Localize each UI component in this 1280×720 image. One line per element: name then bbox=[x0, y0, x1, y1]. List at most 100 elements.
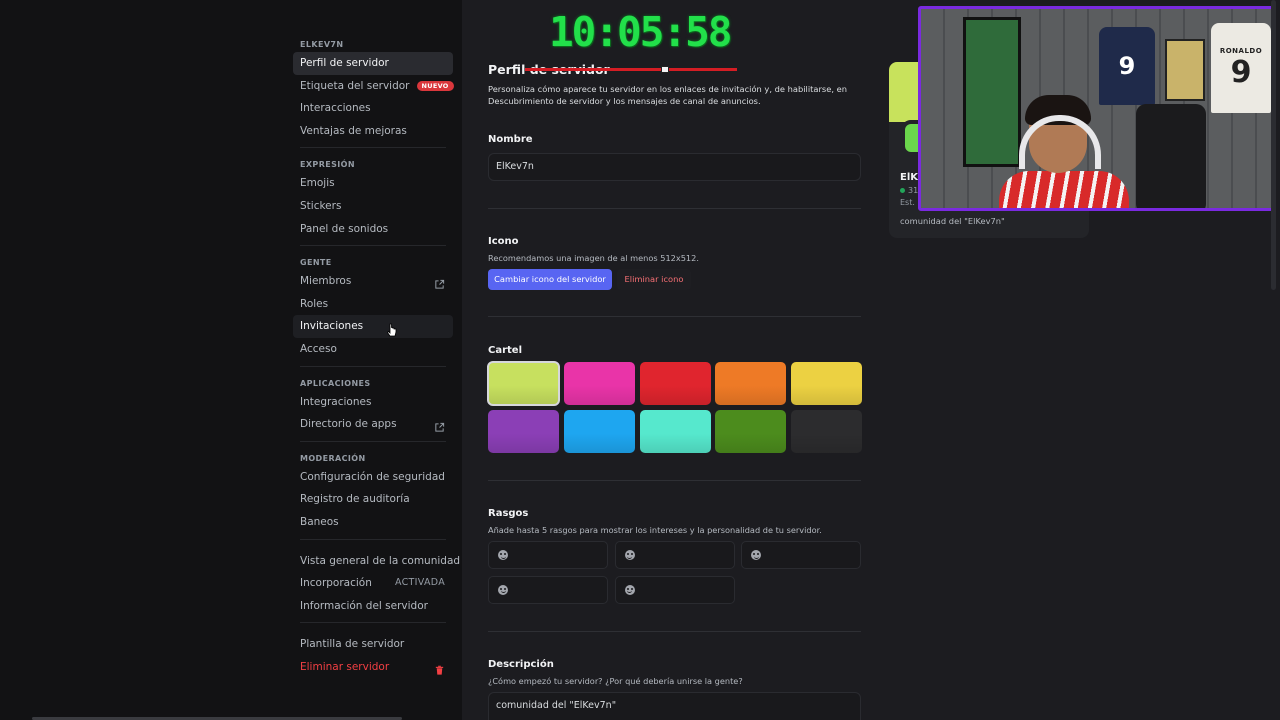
change-icon-button[interactable]: Cambiar icono del servidor bbox=[488, 269, 612, 290]
preview-description: comunidad del "ElKev7n" bbox=[900, 216, 1005, 226]
emoji-icon[interactable] bbox=[498, 550, 508, 560]
icon-label: Icono bbox=[488, 236, 519, 247]
sidebar-section-header: ELKEV7N bbox=[300, 40, 344, 49]
trait-input[interactable] bbox=[614, 575, 735, 604]
stream-clock: 10:05:58 bbox=[549, 8, 732, 56]
sidebar-item-emojis[interactable]: Emojis bbox=[293, 172, 453, 195]
sidebar-divider bbox=[300, 365, 446, 367]
emoji-icon[interactable] bbox=[624, 584, 635, 595]
banner-color-swatch[interactable] bbox=[715, 410, 787, 453]
sidebar-item-label: Interacciones bbox=[300, 102, 371, 115]
banner-color-swatch[interactable] bbox=[791, 410, 863, 453]
sidebar-item-información-del-servidor[interactable]: Información del servidor bbox=[293, 595, 453, 618]
gaming-chair bbox=[1136, 104, 1206, 208]
sidebar-item-label: Ventajas de mejoras bbox=[300, 124, 407, 137]
sidebar-divider bbox=[300, 245, 446, 247]
divider bbox=[488, 316, 861, 317]
trait-input[interactable] bbox=[614, 541, 735, 569]
sidebar-section-header: MODERACIÓN bbox=[300, 453, 366, 463]
icon-hint: Recomendamos una imagen de al menos 512x… bbox=[488, 253, 699, 263]
emoji-icon[interactable] bbox=[751, 550, 761, 560]
stream-overlay-line bbox=[525, 68, 737, 71]
preview-established: Est. bbox=[900, 198, 915, 207]
description-hint: ¿Cómo empezó tu servidor? ¿Por qué deber… bbox=[488, 676, 743, 686]
sidebar-item-miembros[interactable]: Miembros bbox=[293, 270, 453, 293]
sidebar-item-label: Integraciones bbox=[300, 395, 372, 408]
sidebar-item-ventajas-de-mejoras[interactable]: Ventajas de mejoras bbox=[293, 120, 453, 143]
sidebar-item-label: Directorio de apps bbox=[300, 418, 397, 431]
settings-nav: ELKEV7N Perfil de servidor Etiqueta del se… bbox=[293, 38, 460, 679]
banner-color-swatch[interactable] bbox=[563, 362, 635, 405]
sidebar-divider bbox=[300, 538, 446, 540]
sidebar-item-incorporación[interactable]: Incorporación ACTIVADA bbox=[293, 572, 453, 595]
remove-icon-button[interactable]: Eliminar icono bbox=[617, 269, 691, 290]
server-name-input[interactable]: ElKev7n bbox=[488, 153, 861, 181]
stream-overlay-marker bbox=[661, 66, 669, 73]
emoji-icon[interactable] bbox=[624, 550, 635, 560]
sidebar-item-roles[interactable]: Roles bbox=[293, 293, 453, 316]
sidebar-item-label: Roles bbox=[300, 297, 329, 310]
trash-icon bbox=[434, 662, 445, 675]
sidebar-item-panel-de-sonidos[interactable]: Panel de sonidos bbox=[293, 218, 453, 241]
external-link-icon bbox=[434, 276, 445, 289]
sidebar-item-interacciones[interactable]: Interacciones bbox=[293, 97, 453, 120]
sidebar-item-acceso[interactable]: Acceso bbox=[293, 338, 453, 361]
banner-color-swatch[interactable] bbox=[639, 362, 711, 405]
sidebar-item-stickers[interactable]: Stickers bbox=[293, 195, 453, 218]
banner-color-swatch[interactable] bbox=[563, 410, 635, 453]
page-subtitle: Personaliza cómo aparece tu servidor en … bbox=[488, 84, 847, 106]
sidebar-item-vista-general-de-la-comunidad[interactable]: Vista general de la comunidad bbox=[293, 550, 460, 573]
sidebar-item-plantilla-de-servidor[interactable]: Plantilla de servidor bbox=[293, 633, 453, 656]
preview-member-count: 31 bbox=[900, 186, 918, 195]
jersey-left: 9 bbox=[1099, 27, 1155, 105]
external-link-icon bbox=[434, 419, 445, 432]
sidebar-item-eliminar-servidor[interactable]: Eliminar servidor bbox=[293, 656, 453, 679]
traits-hint: Añade hasta 5 rasgos para mostrar los in… bbox=[488, 525, 822, 535]
traits-label: Rasgos bbox=[488, 508, 529, 519]
banner-color-swatch[interactable] bbox=[487, 361, 560, 406]
sidebar-divider bbox=[300, 622, 446, 624]
sidebar-item-etiqueta-del-servidor[interactable]: Etiqueta del servidor NUEVO bbox=[293, 75, 454, 98]
banner-color-swatch[interactable] bbox=[639, 410, 711, 453]
wall-frame bbox=[1165, 39, 1205, 101]
sidebar-item-label: Incorporación bbox=[300, 577, 372, 590]
banner-color-swatch[interactable] bbox=[715, 362, 787, 405]
sidebar-item-registro-de-auditoría[interactable]: Registro de auditoría bbox=[293, 488, 453, 511]
banner-color-swatch[interactable] bbox=[791, 362, 863, 405]
trait-input[interactable] bbox=[488, 575, 608, 604]
sidebar-item-label: Vista general de la comunidad bbox=[300, 554, 461, 567]
sidebar-item-directorio-de-apps[interactable]: Directorio de apps bbox=[293, 413, 453, 436]
main-scrollbar[interactable] bbox=[1271, 0, 1276, 290]
banner-label: Cartel bbox=[488, 345, 523, 356]
settings-sidebar: ELKEV7N Perfil de servidor Etiqueta del se… bbox=[0, 0, 462, 720]
divider bbox=[488, 480, 861, 481]
sidebar-section-header: EXPRESIÓN bbox=[300, 160, 355, 170]
sidebar-item-label: Información del servidor bbox=[300, 599, 428, 612]
jersey-right: RONALDO 9 bbox=[1211, 23, 1271, 113]
sidebar-item-label: Invitaciones bbox=[300, 320, 364, 333]
sidebar-item-label: Stickers bbox=[300, 199, 342, 212]
sidebar-item-label: Eliminar servidor bbox=[300, 660, 390, 673]
divider bbox=[488, 208, 861, 209]
sidebar-item-label: Perfil de servidor bbox=[300, 57, 389, 69]
sidebar-item-invitaciones[interactable]: Invitaciones bbox=[293, 315, 453, 338]
sidebar-item-integraciones[interactable]: Integraciones bbox=[293, 391, 453, 414]
emoji-icon[interactable] bbox=[498, 584, 508, 595]
sidebar-item-configuración-de-seguridad[interactable]: Configuración de seguridad bbox=[293, 466, 453, 489]
description-textarea[interactable]: comunidad del "ElKev7n" bbox=[488, 692, 861, 720]
sidebar-section-header: GENTE bbox=[300, 258, 332, 268]
sidebar-item-perfil-de-servidor[interactable]: Perfil de servidor bbox=[293, 52, 453, 75]
trait-input[interactable] bbox=[741, 541, 861, 569]
trait-input[interactable] bbox=[488, 541, 608, 569]
divider bbox=[488, 631, 861, 632]
sidebar-divider bbox=[300, 147, 446, 149]
sidebar-item-label: Baneos bbox=[300, 515, 339, 528]
sidebar-item-label: Plantilla de servidor bbox=[300, 638, 405, 651]
streamer bbox=[999, 95, 1139, 208]
sidebar-divider bbox=[300, 440, 446, 442]
online-dot-icon bbox=[900, 188, 905, 193]
sidebar-item-baneos[interactable]: Baneos bbox=[293, 511, 453, 534]
banner-color-swatch[interactable] bbox=[488, 410, 559, 453]
sidebar-item-label: Registro de auditoría bbox=[300, 493, 410, 506]
sidebar-item-label: Etiqueta del servidor bbox=[300, 79, 410, 92]
